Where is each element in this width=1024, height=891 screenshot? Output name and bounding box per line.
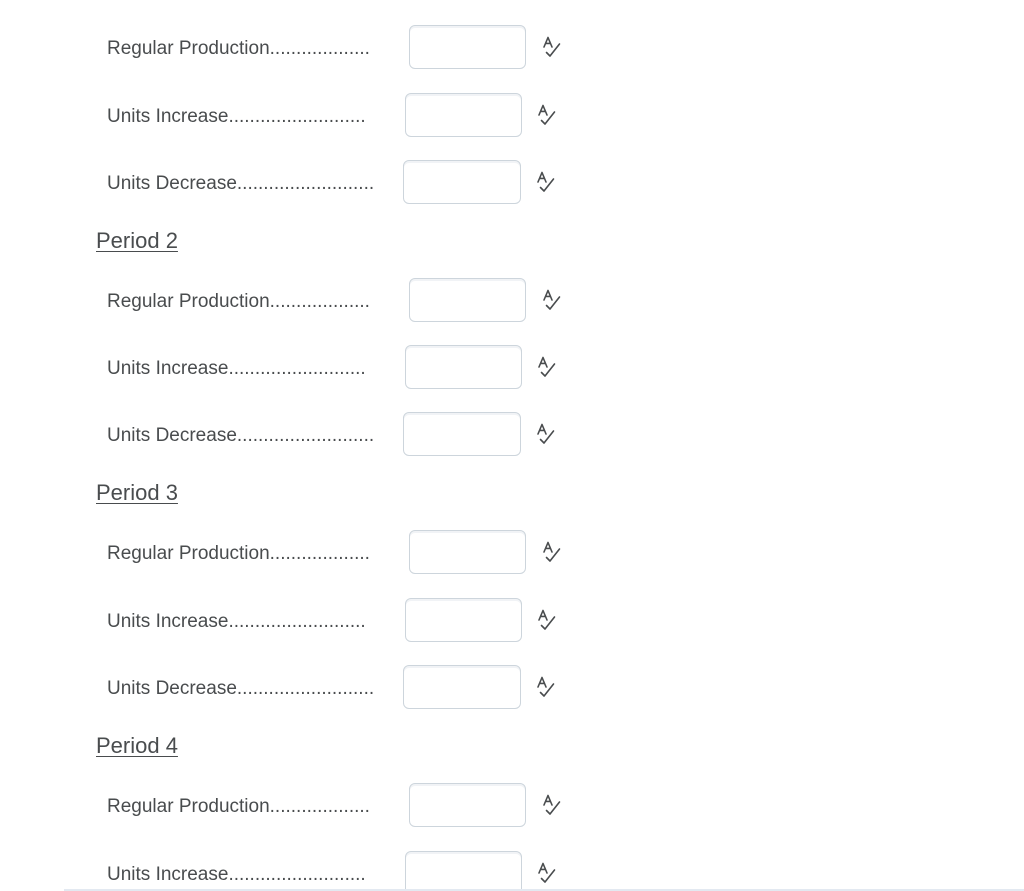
regular-production-input[interactable] — [409, 783, 526, 827]
regular-production-input[interactable] — [409, 25, 526, 69]
spell-check-icon[interactable] — [541, 794, 563, 816]
spell-check-icon[interactable] — [541, 36, 563, 58]
units-decrease-input[interactable] — [403, 412, 521, 456]
spell-check-icon[interactable] — [541, 541, 563, 563]
units-decrease-input[interactable] — [403, 665, 521, 709]
units-decrease-input[interactable] — [403, 160, 521, 204]
spell-check-icon[interactable] — [536, 862, 558, 884]
form-row-units-increase: Units Increase.......................... — [0, 598, 700, 646]
spell-check-icon[interactable] — [536, 104, 558, 126]
form-row-regular-production: Regular Production................... — [0, 25, 700, 73]
form-row-units-decrease: Units Decrease.......................... — [0, 412, 700, 460]
spell-check-icon[interactable] — [535, 423, 557, 445]
form-row-regular-production: Regular Production................... — [0, 278, 700, 326]
units-increase-input[interactable] — [405, 851, 522, 889]
units-increase-input[interactable] — [405, 345, 522, 389]
units-increase-label: Units Increase.......................... — [107, 106, 366, 127]
form-row-units-decrease: Units Decrease.......................... — [0, 665, 700, 713]
form-row-units-decrease: Units Decrease.......................... — [0, 160, 700, 208]
regular-production-input[interactable] — [409, 530, 526, 574]
spell-check-icon[interactable] — [535, 171, 557, 193]
regular-production-label: Regular Production................... — [107, 38, 370, 59]
form-row-units-increase: Units Increase.......................... — [0, 93, 700, 141]
spell-check-icon[interactable] — [536, 356, 558, 378]
units-increase-input[interactable] — [405, 93, 522, 137]
spell-check-icon[interactable] — [536, 609, 558, 631]
spell-check-icon[interactable] — [535, 676, 557, 698]
regular-production-label: Regular Production................... — [107, 543, 370, 564]
units-increase-input[interactable] — [405, 598, 522, 642]
form-row-regular-production: Regular Production................... — [0, 530, 700, 578]
regular-production-input[interactable] — [409, 278, 526, 322]
units-increase-label: Units Increase.......................... — [107, 864, 366, 885]
regular-production-label: Regular Production................... — [107, 796, 370, 817]
units-increase-label: Units Increase.......................... — [107, 611, 366, 632]
regular-production-label: Regular Production................... — [107, 291, 370, 312]
period-2-heading: Period 2 — [96, 228, 178, 253]
units-decrease-label: Units Decrease.......................... — [107, 173, 375, 194]
units-decrease-label: Units Decrease.......................... — [107, 678, 375, 699]
form-row-regular-production: Regular Production................... — [0, 783, 700, 831]
period-4-heading: Period 4 — [96, 733, 178, 758]
units-increase-label: Units Increase.......................... — [107, 358, 366, 379]
period-3-heading: Period 3 — [96, 480, 178, 505]
form-row-units-increase: Units Increase.......................... — [0, 345, 700, 393]
units-decrease-label: Units Decrease.......................... — [107, 425, 375, 446]
spell-check-icon[interactable] — [541, 289, 563, 311]
form-row-units-increase: Units Increase.......................... — [0, 851, 700, 889]
